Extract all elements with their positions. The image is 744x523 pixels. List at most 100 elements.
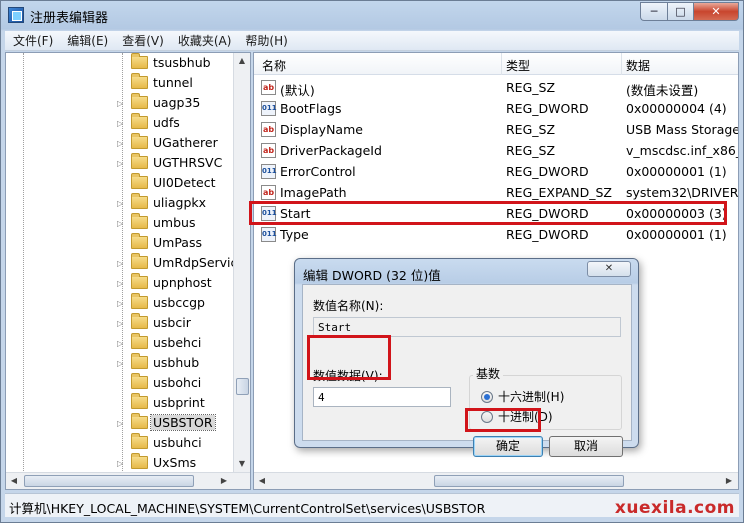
folder-icon: [131, 413, 148, 429]
value-row[interactable]: 011 Type REG_DWORD 0x00000001 (1): [254, 224, 738, 245]
tree-item[interactable]: ▷ usbhub: [6, 353, 234, 373]
cancel-button[interactable]: 取消: [549, 436, 623, 457]
values-horizontal-scrollbar[interactable]: ◀ ▶: [254, 472, 738, 489]
scroll-right-arrow-icon[interactable]: ▶: [721, 473, 737, 489]
close-button[interactable]: ✕: [693, 2, 739, 21]
registry-key-tree[interactable]: tsusbhub tunnel ▷ uagp35 ▷ udfs ▷ UGatherer ▷ UGT…: [5, 52, 251, 490]
tree-item[interactable]: ▷ UmRdpService: [6, 253, 245, 273]
tree-vertical-scrollbar[interactable]: ▲ ▼: [233, 53, 250, 473]
tree-item[interactable]: ▷ usbccgp: [6, 293, 234, 313]
scroll-down-arrow-icon[interactable]: ▼: [234, 456, 250, 472]
dialog-title: 编辑 DWORD (32 位)值: [303, 268, 441, 283]
value-data: (数值未设置): [626, 83, 699, 98]
menu-help[interactable]: 帮助(H): [237, 32, 293, 49]
tree-item[interactable]: ▷ usbehci: [6, 333, 234, 353]
tree-item[interactable]: UmPass: [6, 233, 234, 253]
value-type: REG_SZ: [506, 122, 556, 137]
column-data[interactable]: 数据: [626, 57, 650, 74]
tree-item[interactable]: ▷ UGatherer: [6, 133, 234, 153]
tree-item[interactable]: usbohci: [6, 373, 234, 393]
folder-icon: [131, 453, 148, 469]
scroll-right-arrow-icon[interactable]: ▶: [216, 473, 232, 489]
menu-view[interactable]: 查看(V): [114, 32, 170, 49]
minimize-button[interactable]: ─: [640, 2, 667, 21]
folder-icon: [131, 113, 148, 129]
expand-arrow-icon[interactable]: ▷: [117, 299, 123, 308]
ok-button[interactable]: 确定: [473, 436, 543, 457]
expand-arrow-icon[interactable]: ▷: [117, 119, 123, 128]
title-bar[interactable]: 注册表编辑器 ─ □ ✕: [1, 1, 744, 29]
tree-item[interactable]: tunnel: [6, 73, 234, 93]
tree-item[interactable]: usbprint: [6, 393, 234, 413]
expand-arrow-icon[interactable]: ▷: [117, 159, 123, 168]
expand-arrow-icon[interactable]: ▷: [117, 459, 123, 468]
expand-arrow-icon[interactable]: ▷: [117, 259, 123, 268]
expand-arrow-icon[interactable]: ▷: [117, 339, 123, 348]
value-row[interactable]: ab DriverPackageId REG_SZ v_mscdsc.inf_x86_…: [254, 140, 738, 161]
tree-item[interactable]: ▷ usbcir: [6, 313, 234, 333]
expand-arrow-icon[interactable]: ▷: [117, 419, 123, 428]
menu-edit[interactable]: 编辑(E): [59, 32, 114, 49]
tree-item[interactable]: ▷ upnphost: [6, 273, 234, 293]
value-data: 0x00000001 (1): [626, 227, 727, 242]
value-row[interactable]: 011 ErrorControl REG_DWORD 0x00000001 (1): [254, 161, 738, 182]
tree-item-label: usbcir: [153, 315, 191, 330]
hex-radio[interactable]: 十六进制(H): [481, 388, 564, 405]
folder-icon: [131, 73, 148, 89]
scroll-up-arrow-icon[interactable]: ▲: [234, 53, 250, 69]
scroll-left-arrow-icon[interactable]: ◀: [6, 473, 22, 489]
value-row[interactable]: ab ImagePath REG_EXPAND_SZ system32\DRIVERS: [254, 182, 738, 203]
expand-arrow-icon[interactable]: ▷: [117, 359, 123, 368]
value-row[interactable]: 011 BootFlags REG_DWORD 0x00000004 (4): [254, 98, 738, 119]
expand-arrow-icon[interactable]: ▷: [117, 219, 123, 228]
value-name: DisplayName: [280, 122, 363, 137]
folder-icon: [131, 273, 148, 289]
tree-item[interactable]: ▷ udfs: [6, 113, 234, 133]
tree-item[interactable]: ▷ uliagpkx: [6, 193, 234, 213]
scroll-thumb[interactable]: [236, 378, 249, 395]
expand-arrow-icon[interactable]: ▷: [117, 279, 123, 288]
tree-item[interactable]: ▷ UxSms: [6, 453, 234, 473]
folder-icon: [131, 133, 148, 149]
expand-arrow-icon[interactable]: ▷: [117, 319, 123, 328]
value-data: USB Mass Storage: [626, 122, 739, 137]
tree-item-label: UmPass: [153, 235, 202, 250]
scroll-thumb[interactable]: [24, 475, 194, 487]
folder-icon: [131, 333, 148, 349]
folder-icon: [131, 433, 148, 449]
value-name: DriverPackageId: [280, 143, 382, 158]
tree-item[interactable]: ▷ uagp35: [6, 93, 234, 113]
expand-arrow-icon[interactable]: ▷: [117, 99, 123, 108]
dialog-close-button[interactable]: ✕: [587, 261, 631, 277]
scroll-thumb[interactable]: [434, 475, 624, 487]
value-name: BootFlags: [280, 101, 342, 116]
menu-file[interactable]: 文件(F): [5, 32, 59, 49]
column-type[interactable]: 类型: [506, 57, 530, 74]
tree-item[interactable]: ▷ UGTHRSVC: [6, 153, 234, 173]
column-name[interactable]: 名称: [262, 57, 286, 74]
value-row[interactable]: ab (默认) REG_SZ (数值未设置): [254, 77, 738, 98]
value-row[interactable]: ab DisplayName REG_SZ USB Mass Storage: [254, 119, 739, 140]
tree-horizontal-scrollbar[interactable]: ◀ ▶: [6, 472, 250, 489]
value-data-input[interactable]: 4: [313, 387, 451, 407]
tree-item[interactable]: ▷ USBSTOR: [6, 413, 234, 433]
folder-icon: [131, 233, 148, 249]
value-name: ErrorControl: [280, 164, 356, 179]
tree-item[interactable]: UI0Detect: [6, 173, 234, 193]
tree-item-label: UI0Detect: [153, 175, 216, 190]
tree-item[interactable]: usbuhci: [6, 433, 234, 453]
scroll-left-arrow-icon[interactable]: ◀: [254, 473, 270, 489]
expand-arrow-icon[interactable]: ▷: [117, 139, 123, 148]
tree-item-label: tsusbhub: [153, 55, 211, 70]
radio-selected-icon[interactable]: [481, 390, 493, 403]
tree-item[interactable]: ▷ umbus: [6, 213, 234, 233]
menu-favorites[interactable]: 收藏夹(A): [170, 32, 238, 49]
window-title: 注册表编辑器: [30, 11, 109, 26]
value-type: REG_SZ: [506, 143, 556, 158]
expand-arrow-icon[interactable]: ▷: [117, 199, 123, 208]
value-type: REG_DWORD: [506, 164, 589, 179]
tree-item-label: tunnel: [153, 75, 193, 90]
maximize-button[interactable]: □: [667, 2, 693, 21]
tree-item[interactable]: tsusbhub: [6, 53, 234, 73]
tree-item-label: usbuhci: [153, 435, 202, 450]
